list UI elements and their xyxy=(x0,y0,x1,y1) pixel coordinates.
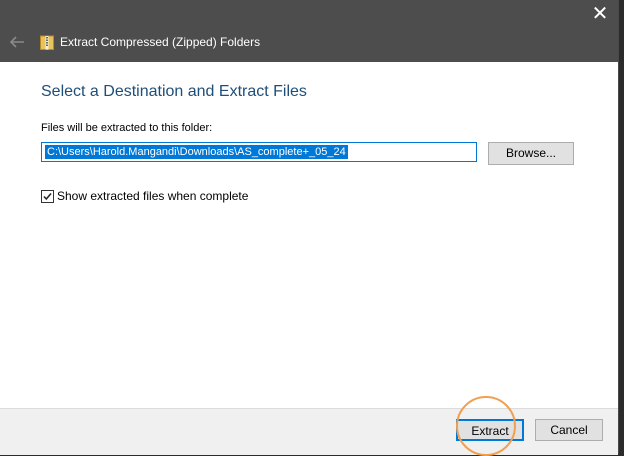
destination-path-input[interactable]: C:\Users\Harold.Mangandi\Downloads\AS_co… xyxy=(41,142,477,162)
show-files-label: Show extracted files when complete xyxy=(57,189,249,203)
browse-button[interactable]: Browse... xyxy=(488,142,574,165)
checkmark-icon xyxy=(43,193,52,201)
cancel-button[interactable]: Cancel xyxy=(535,419,603,441)
close-icon: ✕ xyxy=(591,1,609,25)
destination-path-value: C:\Users\Harold.Mangandi\Downloads\AS_co… xyxy=(45,145,348,159)
page-title: Select a Destination and Extract Files xyxy=(41,83,307,100)
show-files-checkbox[interactable] xyxy=(41,190,54,203)
title-bar: ✕ Extract Compressed (Zipped) Folders xyxy=(0,0,618,62)
window-title: Extract Compressed (Zipped) Folders xyxy=(60,35,261,49)
close-button[interactable]: ✕ xyxy=(584,0,616,26)
dialog-footer xyxy=(0,408,618,455)
extract-button[interactable]: Extract xyxy=(456,419,524,441)
extract-dialog-window: ✕ Extract Compressed (Zipped) Folders Se… xyxy=(0,0,619,456)
back-arrow-icon[interactable] xyxy=(8,34,26,50)
zip-folder-icon xyxy=(40,35,54,50)
destination-label: Files will be extracted to this folder: xyxy=(41,122,213,134)
